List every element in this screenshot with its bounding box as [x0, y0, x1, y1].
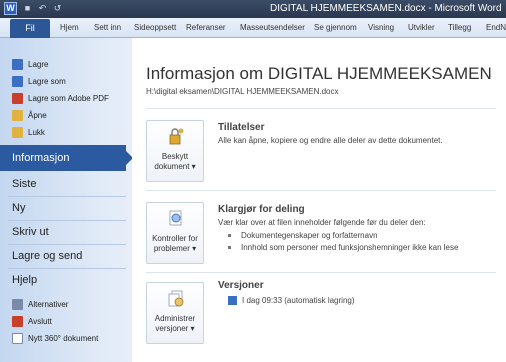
- bullet-icon: [228, 234, 231, 238]
- sidebar-item-lukk[interactable]: Lukk: [12, 125, 45, 139]
- sidebar-item-informasjon[interactable]: Informasjon: [0, 145, 133, 171]
- sidebar-item-label: Lagre som: [28, 76, 66, 86]
- sidebar-item-nytt-360-dokument[interactable]: Nytt 360° dokument: [12, 331, 98, 345]
- list-item: Innhold som personer med funksjonshemnin…: [228, 243, 458, 252]
- sidebar-item-lagre-pdf[interactable]: Lagre som Adobe PDF: [12, 91, 109, 105]
- lock-key-icon: [169, 128, 184, 145]
- check-for-issues-label: Kontroller for problemer ▾: [152, 234, 198, 253]
- redo-icon[interactable]: ↺: [52, 3, 63, 14]
- sidebar-item-lagre-og-send[interactable]: Lagre og send: [12, 250, 82, 262]
- divider: [146, 272, 496, 273]
- save-as-icon: [12, 75, 23, 87]
- exit-icon: [12, 315, 23, 327]
- info-panel: Informasjon om DIGITAL HJEMMEEKSAMEN H:\…: [132, 38, 506, 362]
- manage-versions-button[interactable]: Administrer versjoner ▾: [146, 282, 204, 344]
- prepare-sharing-text: Vær klar over at filen inneholder følgen…: [218, 218, 426, 227]
- page-title: Informasjon om DIGITAL HJEMMEEKSAMEN: [146, 64, 492, 83]
- undo-icon[interactable]: ↶: [37, 3, 48, 14]
- tab-se-gjennom[interactable]: Se gjennom: [314, 23, 357, 32]
- file-path: H:\digital eksamen\DIGITAL HJEMMEEKSAMEN…: [146, 87, 339, 96]
- tab-file[interactable]: Fil: [10, 19, 50, 38]
- version-entry-text: I dag 09:33 (automatisk lagring): [242, 296, 355, 305]
- sidebar-item-label: Avslutt: [28, 316, 52, 326]
- sidebar-item-apne[interactable]: Åpne: [12, 108, 47, 122]
- prepare-sharing-heading: Klargjør for deling: [218, 204, 305, 215]
- window-title: DIGITAL HJEMMEEKSAMEN.docx - Microsoft W…: [270, 3, 502, 14]
- sidebar-item-label: Åpne: [28, 110, 47, 120]
- sidebar-item-label: Lagre: [28, 59, 49, 69]
- manage-versions-label: Administrer versjoner ▾: [154, 314, 196, 333]
- permissions-text: Alle kan åpne, kopiere og endre alle del…: [218, 136, 443, 145]
- divider: [8, 268, 126, 269]
- tab-utvikler[interactable]: Utvikler: [408, 23, 435, 32]
- check-for-issues-button[interactable]: Kontroller for problemer ▾: [146, 202, 204, 264]
- sidebar-item-label: Lukk: [28, 127, 45, 137]
- open-folder-icon: [12, 109, 23, 121]
- inspect-icon: [169, 210, 182, 226]
- sidebar-item-skriv-ut[interactable]: Skriv ut: [12, 226, 49, 238]
- tab-hjem[interactable]: Hjem: [60, 23, 79, 32]
- tab-endnote[interactable]: EndN: [486, 23, 506, 32]
- options-icon: [12, 298, 23, 310]
- divider: [146, 108, 496, 109]
- list-item-text: Innhold som personer med funksjonshemnin…: [241, 243, 459, 252]
- sidebar-item-ny[interactable]: Ny: [12, 202, 25, 214]
- versions-icon: [168, 290, 184, 307]
- list-item: Dokumentegenskaper og forfatternavn: [228, 231, 378, 240]
- tab-sett-inn[interactable]: Sett inn: [94, 23, 121, 32]
- backstage-sidebar: Lagre Lagre som Lagre som Adobe PDF Åpne…: [0, 38, 133, 362]
- divider: [8, 220, 126, 221]
- close-folder-icon: [12, 126, 23, 138]
- divider: [8, 244, 126, 245]
- sidebar-item-siste[interactable]: Siste: [12, 178, 36, 190]
- protect-document-button[interactable]: Beskytt dokument ▾: [146, 120, 204, 182]
- list-item-text: Dokumentegenskaper og forfatternavn: [241, 231, 378, 240]
- tab-visning[interactable]: Visning: [368, 23, 394, 32]
- pdf-icon: [12, 92, 23, 104]
- document-icon: [228, 296, 237, 306]
- sidebar-item-avslutt[interactable]: Avslutt: [12, 314, 52, 328]
- sidebar-item-label: Lagre som Adobe PDF: [28, 93, 109, 103]
- divider: [8, 196, 126, 197]
- sidebar-item-label: Nytt 360° dokument: [28, 333, 99, 343]
- ribbon-tabs: Fil Hjem Sett inn Sideoppsett Referanser…: [0, 18, 506, 38]
- versions-heading: Versjoner: [218, 280, 264, 291]
- sidebar-item-hjelp[interactable]: Hjelp: [12, 274, 37, 286]
- protect-document-label: Beskytt dokument ▾: [154, 152, 196, 171]
- tab-sideoppsett[interactable]: Sideoppsett: [134, 23, 176, 32]
- sidebar-item-label: Alternativer: [28, 299, 69, 309]
- divider: [146, 190, 496, 191]
- sidebar-item-lagre[interactable]: Lagre: [12, 57, 48, 71]
- bullet-icon: [228, 246, 231, 250]
- save-icon[interactable]: ■: [22, 3, 33, 14]
- title-bar: W ■ ↶ ↺ DIGITAL HJEMMEEKSAMEN.docx - Mic…: [0, 0, 506, 18]
- word-backstage-window: W ■ ↶ ↺ DIGITAL HJEMMEEKSAMEN.docx - Mic…: [0, 0, 506, 362]
- tab-masseutsendelser[interactable]: Masseutsendelser: [240, 23, 305, 32]
- tab-tillegg[interactable]: Tillegg: [448, 23, 471, 32]
- word-logo-icon[interactable]: W: [4, 2, 17, 15]
- sidebar-item-lagre-som[interactable]: Lagre som: [12, 74, 66, 88]
- document-icon: [12, 332, 23, 344]
- version-entry[interactable]: I dag 09:33 (automatisk lagring): [228, 296, 355, 306]
- permissions-heading: Tillatelser: [218, 122, 265, 133]
- sidebar-item-alternativer[interactable]: Alternativer: [12, 297, 68, 311]
- tab-referanser[interactable]: Referanser: [186, 23, 226, 32]
- save-icon: [12, 58, 23, 70]
